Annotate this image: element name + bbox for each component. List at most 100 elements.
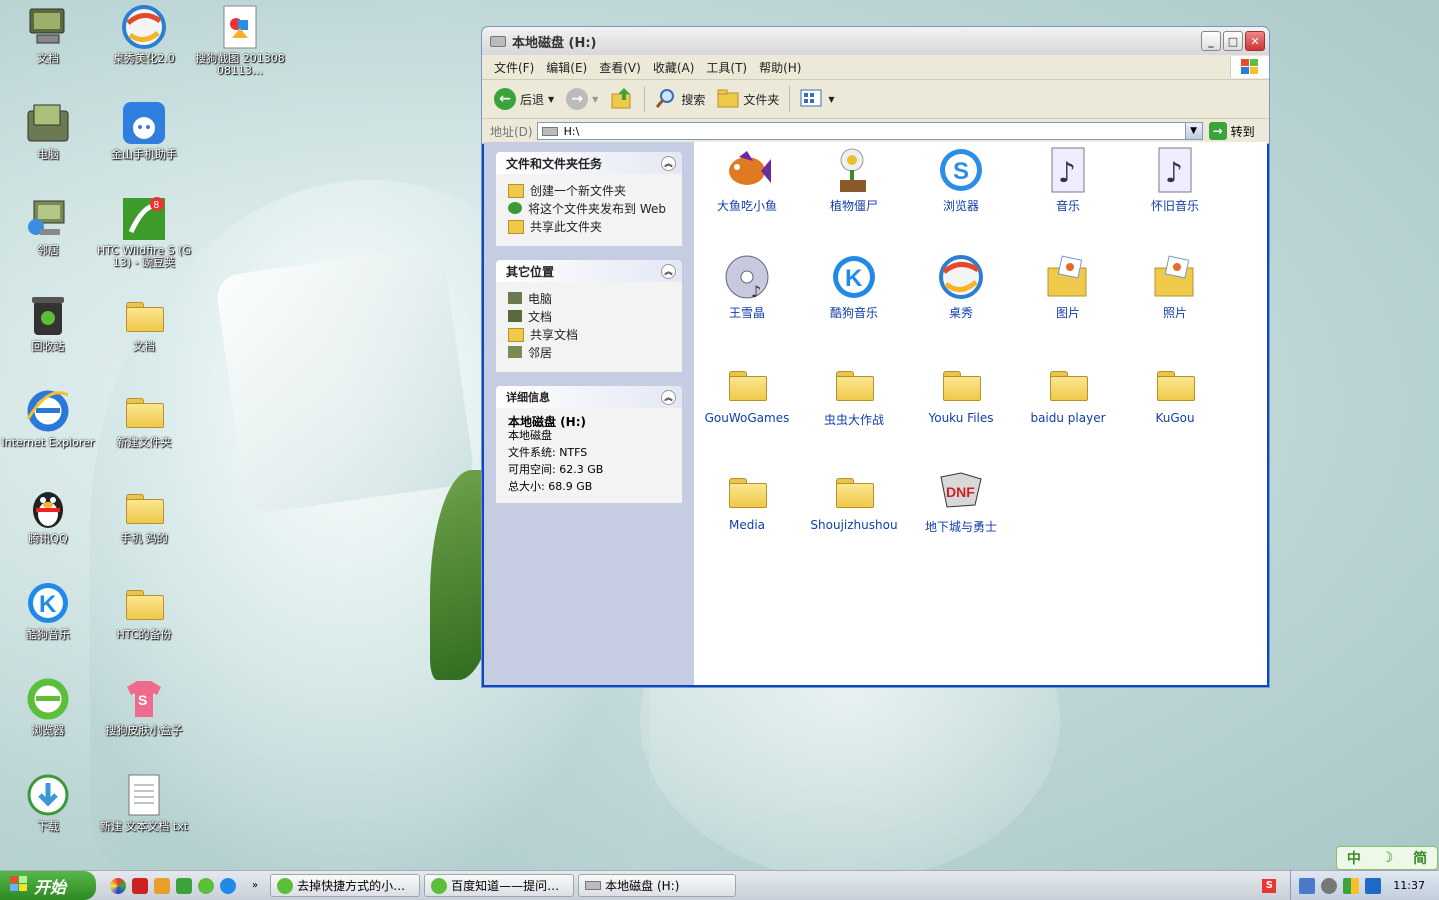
task-publish-web[interactable]: 将这个文件夹发布到 Web xyxy=(508,202,674,216)
window-titlebar[interactable]: 本地磁盘 (H:) _ □ ✕ xyxy=(482,27,1269,55)
file-item[interactable]: Media xyxy=(697,467,797,532)
place-shared-documents[interactable]: 共享文档 xyxy=(508,328,674,342)
search-button[interactable]: 搜索 xyxy=(649,84,711,114)
computer-icon xyxy=(508,292,522,304)
clock[interactable]: 11:37 xyxy=(1393,879,1425,892)
start-button[interactable]: 开始 xyxy=(0,871,96,900)
people-icon[interactable] xyxy=(154,877,170,894)
close-button[interactable]: ✕ xyxy=(1245,31,1265,51)
dnf-game-icon[interactable] xyxy=(132,877,148,894)
desktop-icon-ie[interactable]: Internet Explorer xyxy=(0,388,96,449)
chevron-down-icon[interactable]: ▼ xyxy=(548,95,554,104)
ime-moon-icon[interactable]: ☽ xyxy=(1381,850,1394,866)
file-item[interactable]: 虫虫大作战 xyxy=(804,360,904,428)
taskbar-button-active[interactable]: 本地磁盘 (H:) xyxy=(578,874,737,897)
svg-text:♪: ♪ xyxy=(751,282,761,301)
folder-icon xyxy=(126,396,164,428)
folders-button[interactable]: 文件夹 xyxy=(711,84,785,114)
file-item[interactable]: 照片 xyxy=(1125,253,1225,321)
collapse-icon[interactable]: ︽ xyxy=(661,263,676,279)
desktop-icon-recycle-bin[interactable]: 回收站 xyxy=(0,292,96,353)
views-button[interactable]: ▼ xyxy=(794,84,840,114)
ime-toolbar[interactable]: 中 ☽ 简 xyxy=(1336,846,1438,870)
sogou-ime-icon[interactable]: S xyxy=(1262,878,1277,893)
desktop-icon-zhuoxiu[interactable]: 桌秀美化2.0 xyxy=(96,4,192,65)
address-input[interactable]: H:\ ▼ xyxy=(536,122,1203,140)
chevron-down-icon[interactable]: ▼ xyxy=(1184,123,1202,139)
desktop-icon-new-folder[interactable]: 新建文件夹 xyxy=(96,388,192,449)
maximize-button[interactable]: □ xyxy=(1223,31,1243,51)
place-documents[interactable]: 文档 xyxy=(508,310,674,324)
desktop-icon-kingsoft-phone[interactable]: 金山手机助手 xyxy=(96,100,192,161)
menu-help[interactable]: 帮助(H) xyxy=(753,59,807,76)
browser-e-icon[interactable] xyxy=(198,877,214,894)
security-shield-icon[interactable] xyxy=(1343,877,1360,894)
panel-header[interactable]: 详细信息 ︽ xyxy=(496,386,682,408)
forward-button[interactable]: → ▼ xyxy=(560,84,604,114)
desktop-icon-computer[interactable]: 电脑 xyxy=(0,100,96,161)
file-item[interactable]: baidu player xyxy=(1018,360,1118,425)
desktop-icon-documents-folder[interactable]: 文档 xyxy=(96,292,192,353)
desktop-icon-browser[interactable]: 浏览器 xyxy=(0,676,96,737)
file-item[interactable]: ♪ 怀旧音乐 xyxy=(1125,146,1225,214)
ime-simplified[interactable]: 简 xyxy=(1413,848,1427,868)
volume-icon[interactable] xyxy=(1321,877,1338,894)
place-network[interactable]: 邻居 xyxy=(508,346,674,360)
security-shield-icon[interactable] xyxy=(176,877,192,894)
explorer-window[interactable]: 本地磁盘 (H:) _ □ ✕ 文件(F) 编辑(E) 查看(V) 收藏(A) … xyxy=(481,26,1270,688)
task-share-folder[interactable]: 共享此文件夹 xyxy=(508,220,674,234)
file-item[interactable]: Shoujizhushou xyxy=(804,467,904,532)
file-item[interactable]: 图片 xyxy=(1018,253,1118,321)
desktop-icon-sogou-screenshot[interactable]: 搜狗截图 20130808113… xyxy=(192,4,288,77)
folder-icon xyxy=(717,88,739,111)
collapse-icon[interactable]: ︽ xyxy=(661,389,676,405)
shield-icon[interactable] xyxy=(1365,877,1382,894)
chevron-right-icon[interactable]: » xyxy=(252,880,258,891)
address-value: H:\ xyxy=(563,124,580,138)
chevron-down-icon[interactable]: ▼ xyxy=(592,95,598,104)
taskbar-button[interactable]: 去掉快捷方式的小… xyxy=(270,874,421,897)
desktop-icon-phone-folder[interactable]: 手机 妈的 xyxy=(96,484,192,545)
task-new-folder[interactable]: 创建一个新文件夹 xyxy=(508,184,674,198)
file-item[interactable]: Youku Files xyxy=(911,360,1011,425)
menu-tools[interactable]: 工具(T) xyxy=(700,59,753,76)
desktop-icon-network[interactable]: 邻居 xyxy=(0,196,96,257)
panel-header[interactable]: 其它位置 ︽ xyxy=(496,260,682,282)
file-item[interactable]: 植物僵尸 xyxy=(804,146,904,214)
desktop-icon-kugou[interactable]: K 酷狗音乐 xyxy=(0,580,96,641)
desktop-icon-sogou-skin[interactable]: S 搜狗皮肤小盒子 xyxy=(96,676,192,737)
address-label: 地址(D) xyxy=(490,124,533,139)
collapse-icon[interactable]: ︽ xyxy=(661,155,676,171)
file-item[interactable]: GouWoGames xyxy=(697,360,797,425)
kugou-icon[interactable] xyxy=(220,877,236,894)
desktop-icon-htc-backup[interactable]: HTC的备份 xyxy=(96,580,192,641)
file-item[interactable]: 桌秀 xyxy=(911,253,1011,321)
panel-header[interactable]: 文件和文件夹任务 ︽ xyxy=(496,152,682,174)
go-button[interactable]: → 转到 xyxy=(1208,122,1255,140)
desktop-icon-qq[interactable]: 腾讯QQ xyxy=(0,484,96,545)
taskbar-button[interactable]: 百度知道——提问… xyxy=(424,874,575,897)
file-item[interactable]: DNF 地下城与勇士 xyxy=(911,467,1011,535)
toolbar: ← 后退 ▼ → ▼ 搜索 文件夹 ▼ xyxy=(482,80,1269,119)
up-folder-button[interactable] xyxy=(604,84,640,114)
desktop-icon-text-document[interactable]: 新建 文本文档 txt xyxy=(96,772,192,833)
menu-file[interactable]: 文件(F) xyxy=(488,59,540,76)
network-status-icon[interactable] xyxy=(1299,877,1316,894)
back-button[interactable]: ← 后退 ▼ xyxy=(488,84,560,114)
menu-favorites[interactable]: 收藏(A) xyxy=(647,59,701,76)
file-item[interactable]: K 酷狗音乐 xyxy=(804,253,904,321)
menu-view[interactable]: 查看(V) xyxy=(593,59,647,76)
place-computer[interactable]: 电脑 xyxy=(508,292,674,306)
desktop-icon-documents[interactable]: 文档 xyxy=(0,4,96,65)
ime-mode-chinese[interactable]: 中 xyxy=(1347,848,1361,868)
file-item[interactable]: S 浏览器 xyxy=(911,146,1011,214)
desktop-icon-wandoujia[interactable]: 8 HTC Wildfire S (G13) - 豌豆荚 xyxy=(96,196,192,269)
photo-viewer-icon[interactable] xyxy=(110,877,126,894)
desktop-icon-download[interactable]: 下载 xyxy=(0,772,96,833)
file-item[interactable]: KuGou xyxy=(1125,360,1225,425)
minimize-button[interactable]: _ xyxy=(1201,31,1221,51)
file-item[interactable]: ♪ 音乐 xyxy=(1018,146,1118,214)
menu-edit[interactable]: 编辑(E) xyxy=(540,59,593,76)
file-item[interactable]: ♪ 王雪晶 xyxy=(697,253,797,321)
file-item[interactable]: 大鱼吃小鱼 xyxy=(697,146,797,214)
